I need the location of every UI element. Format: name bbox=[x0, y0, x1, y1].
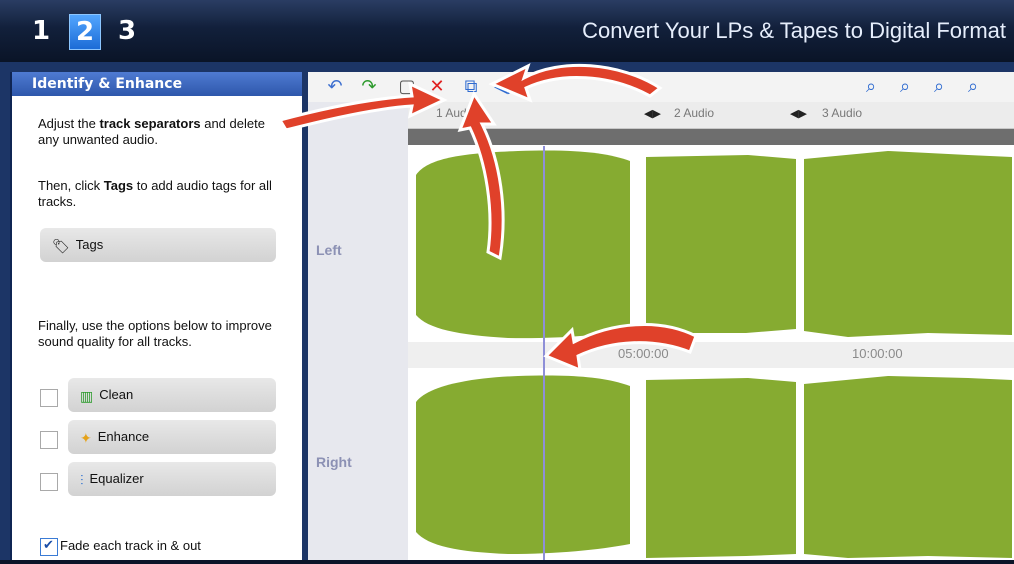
step-3-button[interactable]: 3 bbox=[112, 14, 142, 48]
separator-icon[interactable]: ◀▶ bbox=[494, 76, 522, 98]
editor-toolbar: ↶ ↷ ▢ ✕ ⧉ ◀▶ ⌕ ⌕ ⌕ ⌕ bbox=[308, 72, 1014, 103]
playback-cursor[interactable] bbox=[543, 146, 545, 560]
time-ruler: 05:00:00 10:00:00 bbox=[408, 342, 1014, 368]
app-title: Convert Your LPs & Tapes to Digital Form… bbox=[582, 18, 1006, 43]
track-separator-handle[interactable]: ◀▶ bbox=[790, 107, 807, 120]
track-separator-handle[interactable]: ◀▶ bbox=[644, 107, 661, 120]
enhance-icon: ✦ bbox=[80, 429, 92, 446]
equalizer-label: Equalizer bbox=[89, 471, 144, 486]
tags-instructions-bold: Tags bbox=[103, 178, 134, 193]
time-mark-5min: 05:00:00 bbox=[618, 346, 669, 361]
step-2-button[interactable]: 2 bbox=[69, 14, 101, 50]
step-1-button[interactable]: 1 bbox=[26, 14, 56, 48]
tags-instructions-text: Then, click bbox=[38, 178, 104, 193]
right-channel-lane[interactable] bbox=[408, 368, 1014, 560]
enhance-button[interactable]: ✦ Enhance bbox=[68, 420, 276, 454]
left-waveform bbox=[416, 150, 1012, 339]
fade-label: Fade each track in & out bbox=[60, 538, 201, 553]
clipboard-icon[interactable]: ▢ bbox=[396, 76, 418, 98]
waveform-editor: ↶ ↷ ▢ ✕ ⧉ ◀▶ ⌕ ⌕ ⌕ ⌕ Left Right 1 Audio … bbox=[308, 72, 1014, 560]
track-label-3: 3 Audio bbox=[822, 106, 863, 120]
enhance-label: Enhance bbox=[97, 429, 150, 444]
options-instructions: Finally, use the options below to improv… bbox=[38, 318, 272, 349]
fade-checkbox[interactable] bbox=[40, 538, 58, 556]
right-waveform bbox=[416, 375, 1012, 558]
channel-gutter: Left Right bbox=[308, 102, 408, 560]
time-mark-10min: 10:00:00 bbox=[852, 346, 903, 361]
equalizer-button[interactable]: ⫶ Equalizer bbox=[68, 462, 276, 496]
separator-instructions-text: Adjust the bbox=[38, 116, 100, 131]
left-channel-lane[interactable] bbox=[408, 145, 1014, 342]
clean-checkbox[interactable] bbox=[40, 389, 58, 407]
top-bar: 1 2 3 Convert Your LPs & Tapes to Digita… bbox=[0, 0, 1014, 62]
track-label-1: 1 Audio bbox=[436, 106, 477, 120]
tags-button-label: Tags bbox=[75, 237, 104, 252]
equalizer-icon: ⫶ bbox=[80, 471, 84, 488]
zoom-out-icon[interactable]: ⌕ bbox=[928, 76, 950, 98]
add-separator-icon[interactable]: ⧉ bbox=[460, 76, 482, 98]
tags-button[interactable]: 🏷 Tags bbox=[40, 228, 276, 262]
zoom-selection-icon[interactable]: ⌕ bbox=[860, 76, 882, 98]
clean-icon: ▥ bbox=[80, 387, 94, 404]
panel-title: Identify & Enhance bbox=[12, 72, 302, 96]
identify-enhance-panel: Identify & Enhance Adjust the track sepa… bbox=[10, 72, 302, 560]
zoom-in-icon[interactable]: ⌕ bbox=[894, 76, 916, 98]
tag-icon: 🏷 bbox=[52, 237, 70, 254]
track-bar bbox=[408, 129, 1014, 145]
clean-button[interactable]: ▥ Clean bbox=[68, 378, 276, 412]
delete-icon[interactable]: ✕ bbox=[426, 76, 448, 98]
enhance-checkbox[interactable] bbox=[40, 431, 58, 449]
left-channel-label: Left bbox=[316, 242, 342, 258]
equalizer-checkbox[interactable] bbox=[40, 473, 58, 491]
tags-instructions: Then, click Tags to add audio tags for a… bbox=[38, 178, 288, 210]
track-label-2: 2 Audio bbox=[674, 106, 715, 120]
clean-label: Clean bbox=[99, 387, 134, 402]
undo-icon[interactable]: ↶ bbox=[324, 76, 346, 98]
track-ruler: 1 Audio ◀▶ 2 Audio ◀▶ 3 Audio bbox=[408, 102, 1014, 129]
separator-instructions-bold: track separators bbox=[99, 116, 201, 131]
right-channel-label: Right bbox=[316, 454, 352, 470]
separator-instructions: Adjust the track separators and delete a… bbox=[38, 116, 288, 148]
redo-icon[interactable]: ↷ bbox=[358, 76, 380, 98]
zoom-fit-icon[interactable]: ⌕ bbox=[962, 76, 984, 98]
